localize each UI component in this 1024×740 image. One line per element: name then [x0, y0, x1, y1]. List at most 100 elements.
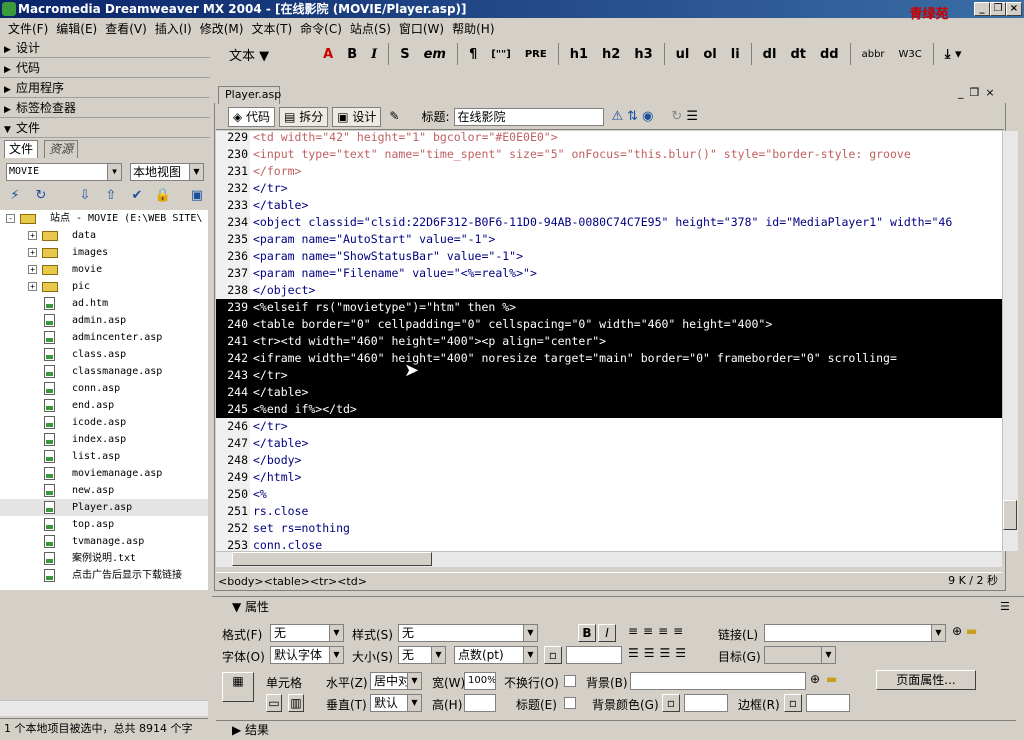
page-properties-button[interactable]: 页面属性...	[876, 670, 976, 690]
check-out-icon[interactable]: ✔	[128, 187, 146, 205]
font-select[interactable]: 默认字体 ▼	[270, 646, 344, 664]
expand-toggle-icon[interactable]: -	[6, 214, 15, 223]
font-tag-icon[interactable]: A	[316, 47, 340, 62]
dt-button[interactable]: dt	[783, 47, 813, 62]
split-cell-button[interactable]: ▥	[288, 694, 304, 712]
vertical-scroll-thumb[interactable]	[1003, 500, 1017, 530]
menu-site[interactable]: 站点(S)	[346, 20, 395, 37]
live-view-icon[interactable]: ✎	[385, 107, 403, 127]
text-color-button[interactable]: ▫	[544, 646, 562, 664]
panel-code[interactable]: ▶ 代码	[0, 58, 210, 78]
bgcolor-input[interactable]	[684, 694, 728, 712]
left-horizontal-scrollbar[interactable]	[0, 700, 208, 716]
em-button[interactable]: em	[417, 47, 453, 62]
tree-file[interactable]: moviemanage.asp	[0, 465, 208, 482]
border-color-button[interactable]: ▫	[784, 694, 802, 712]
panel-application[interactable]: ▶ 应用程序	[0, 78, 210, 98]
tree-file[interactable]: 点击广告后显示下载链接	[0, 567, 208, 584]
tree-file[interactable]: list.asp	[0, 448, 208, 465]
code-editor[interactable]: 229 <td width="42" height="1" bgcolor="#…	[216, 131, 1002, 551]
width-input[interactable]: 100%	[464, 672, 496, 690]
menu-commands[interactable]: 命令(C)	[296, 20, 346, 37]
tree-file[interactable]: new.asp	[0, 482, 208, 499]
h1-button[interactable]: h1	[563, 47, 595, 62]
code-line[interactable]: 243 </tr>	[216, 367, 1002, 384]
results-panel-header[interactable]: ▶ 结果	[216, 720, 1016, 738]
doc-window-controls[interactable]: _❐×	[958, 86, 1001, 99]
code-line[interactable]: 230 <input type="text" name="time_spent"…	[216, 146, 1002, 163]
tab-assets[interactable]: 资源	[44, 140, 79, 158]
code-line[interactable]: 236 <param name="ShowStatusBar" value="-…	[216, 248, 1002, 265]
menu-window[interactable]: 窗口(W)	[395, 20, 448, 37]
code-line[interactable]: 240 <table border="0" cellpadding="0" ce…	[216, 316, 1002, 333]
merge-cells-button[interactable]: ▭	[266, 694, 282, 712]
code-line[interactable]: 233 </table>	[216, 197, 1002, 214]
style-select[interactable]: 无 ▼	[398, 624, 538, 642]
header-checkbox[interactable]	[564, 697, 576, 709]
expand-panel-icon[interactable]: ▣	[188, 187, 206, 205]
get-file-icon[interactable]: ⇩	[76, 187, 94, 205]
properties-header[interactable]: ▼ 属性	[216, 598, 1016, 616]
code-vertical-scrollbar[interactable]	[1002, 131, 1018, 551]
close-button[interactable]: ×	[1006, 2, 1022, 16]
view-options-icon[interactable]: ☰	[686, 109, 698, 124]
li-button[interactable]: li	[724, 47, 747, 62]
code-line[interactable]: 239 <%elseif rs("movietype")="htm" then …	[216, 299, 1002, 316]
tab-player-asp[interactable]: Player.asp	[218, 86, 281, 104]
refresh-icon[interactable]: ↻	[32, 187, 50, 205]
code-line[interactable]: 246 </tr>	[216, 418, 1002, 435]
tree-file[interactable]: Player.asp	[0, 499, 208, 516]
tree-folder[interactable]: + movie	[0, 261, 208, 278]
view-select[interactable]: 本地视图 ▼	[130, 163, 204, 181]
title-input[interactable]: 在线影院	[453, 107, 604, 126]
code-line[interactable]: 247 </table>	[216, 435, 1002, 452]
italic-button[interactable]: I	[364, 47, 384, 62]
menu-text[interactable]: 文本(T)	[247, 20, 296, 37]
code-line[interactable]: 229 <td width="42" height="1" bgcolor="#…	[216, 131, 1002, 146]
dl-button[interactable]: dl	[756, 47, 784, 62]
code-line[interactable]: 232 </tr>	[216, 180, 1002, 197]
size-unit-select[interactable]: 点数(pt) ▼	[454, 646, 538, 664]
dd-button[interactable]: dd	[813, 47, 846, 62]
code-line[interactable]: 231 </form>	[216, 163, 1002, 180]
align-buttons[interactable]: ≡≡≡≡	[628, 624, 688, 638]
ol-button[interactable]: ol	[696, 47, 723, 62]
view-design-button[interactable]: ▣ 设计	[332, 106, 382, 127]
check-in-icon[interactable]: 🔒	[154, 187, 172, 205]
target-select[interactable]: ▼	[764, 646, 836, 664]
refresh-icon[interactable]: ↻	[671, 109, 682, 124]
ul-button[interactable]: ul	[669, 47, 697, 62]
code-line[interactable]: 241 <tr><td width="460" height="400"><p …	[216, 333, 1002, 350]
bold-button[interactable]: B	[340, 47, 364, 62]
h2-button[interactable]: h2	[595, 47, 627, 62]
code-line[interactable]: 249 </html>	[216, 469, 1002, 486]
code-line[interactable]: 244 </table>	[216, 384, 1002, 401]
tree-site-root[interactable]: - 站点 - MOVIE (E:\WEB SITE\	[0, 210, 208, 227]
menu-edit[interactable]: 编辑(E)	[52, 20, 101, 37]
menu-help[interactable]: 帮助(H)	[448, 20, 498, 37]
browse-folder-icon[interactable]: ▬	[826, 672, 837, 686]
tree-file[interactable]: admin.asp	[0, 312, 208, 329]
point-to-file-icon[interactable]: ⊕	[952, 624, 962, 638]
code-line[interactable]: 252 set rs=nothing	[216, 520, 1002, 537]
tab-files[interactable]: 文件	[4, 140, 39, 158]
tree-file[interactable]: end.asp	[0, 397, 208, 414]
border-color-input[interactable]	[806, 694, 850, 712]
preview-browser-icon[interactable]: ◉	[642, 109, 653, 124]
bgcolor-button[interactable]: ▫	[662, 694, 680, 712]
tree-file[interactable]: conn.asp	[0, 380, 208, 397]
site-select[interactable]: MOVIE ▼	[6, 163, 122, 181]
panel-options-icon[interactable]: ☰	[1000, 600, 1010, 613]
browse-folder-icon[interactable]: ▬	[966, 624, 977, 638]
panel-files[interactable]: ▼ 文件	[0, 118, 210, 138]
code-line[interactable]: 245 <%end if%></td>	[216, 401, 1002, 418]
view-code-button[interactable]: ◈ 代码	[228, 106, 276, 127]
download-icon[interactable]: ⤓ ▾	[938, 47, 969, 62]
tree-folder[interactable]: + pic	[0, 278, 208, 295]
view-split-button[interactable]: ▤ 拆分	[279, 106, 329, 127]
expand-toggle-icon[interactable]: +	[28, 248, 37, 257]
restore-button[interactable]: ❐	[990, 2, 1006, 16]
paragraph-button[interactable]: ¶	[462, 47, 484, 62]
nowrap-checkbox[interactable]	[564, 675, 576, 687]
blockquote-button[interactable]: [""]	[484, 49, 518, 60]
